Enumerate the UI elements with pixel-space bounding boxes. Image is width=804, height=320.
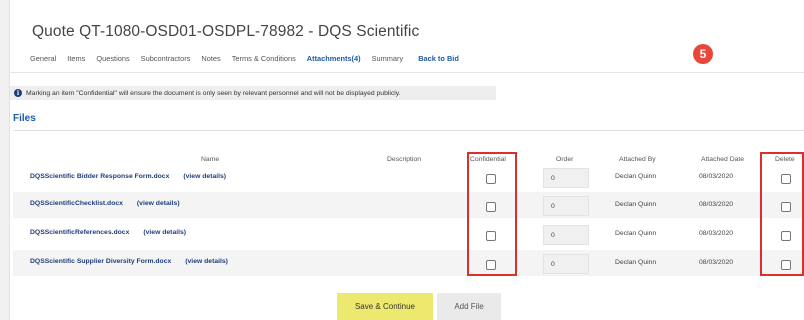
col-name-header: Name bbox=[201, 156, 220, 163]
tab-general[interactable]: General bbox=[30, 54, 56, 63]
tab-subcontractors[interactable]: Subcontractors bbox=[141, 54, 191, 63]
tab-bar: General Items Questions Subcontractors N… bbox=[30, 54, 470, 63]
attached-date: 08/03/2020 bbox=[699, 201, 734, 208]
delete-column-highlight bbox=[760, 152, 804, 276]
attached-by: Declan Quinn bbox=[615, 230, 657, 237]
tab-summary[interactable]: Summary bbox=[372, 54, 404, 63]
attached-date: 08/03/2020 bbox=[699, 230, 734, 237]
col-order-header: Order bbox=[556, 156, 574, 163]
files-heading: Files bbox=[13, 113, 36, 124]
attached-by: Declan Quinn bbox=[615, 173, 657, 180]
col-attached-date-header: Attached Date bbox=[701, 156, 745, 163]
attached-by: Declan Quinn bbox=[615, 201, 657, 208]
tab-terms-conditions[interactable]: Terms & Conditions bbox=[232, 54, 296, 63]
tab-questions[interactable]: Questions bbox=[96, 54, 129, 63]
tab-notes[interactable]: Notes bbox=[201, 54, 220, 63]
col-attached-by-header: Attached By bbox=[619, 156, 656, 163]
file-name-link[interactable]: DQSScientific Supplier Diversity Form.do… bbox=[30, 258, 171, 265]
left-frame-edge bbox=[0, 0, 10, 320]
view-details-link[interactable]: (view details) bbox=[183, 173, 226, 180]
file-name-link[interactable]: DQSScientificChecklist.docx bbox=[30, 200, 123, 207]
attached-date: 08/03/2020 bbox=[699, 259, 734, 266]
tab-items[interactable]: Items bbox=[67, 54, 85, 63]
files-divider bbox=[13, 130, 804, 131]
file-name-link[interactable]: DQSScientific Bidder Response Form.docx bbox=[30, 173, 169, 180]
step-number-badge: 5 bbox=[693, 44, 713, 64]
order-input[interactable]: 0 bbox=[543, 225, 589, 245]
view-details-link[interactable]: (view details) bbox=[185, 258, 228, 265]
view-details-link[interactable]: (view details) bbox=[137, 200, 180, 207]
table-row: DQSScientificChecklist.docx (view details… bbox=[13, 192, 804, 218]
order-input[interactable]: 0 bbox=[543, 196, 589, 216]
tab-attachments[interactable]: Attachments(4) bbox=[307, 54, 361, 63]
attached-date: 08/03/2020 bbox=[699, 173, 734, 180]
file-name-link[interactable]: DQSScientificReferences.docx bbox=[30, 229, 129, 236]
col-description-header: Description bbox=[387, 156, 421, 163]
order-input[interactable]: 0 bbox=[543, 254, 589, 274]
page-title: Quote QT-1080-OSD01-OSDPL-78982 - DQS Sc… bbox=[32, 23, 420, 40]
table-row: DQSScientific Bidder Response Form.docx (… bbox=[13, 164, 804, 190]
add-file-button[interactable]: Add File bbox=[437, 293, 501, 320]
view-details-link[interactable]: (view details) bbox=[143, 229, 186, 236]
table-row: DQSScientific Supplier Diversity Form.do… bbox=[13, 250, 804, 276]
back-to-bid-link[interactable]: Back to Bid bbox=[418, 54, 459, 63]
attached-by: Declan Quinn bbox=[615, 259, 657, 266]
confidential-notice: i Marking an item "Confidential" will en… bbox=[10, 86, 496, 100]
confidential-column-highlight bbox=[467, 152, 517, 276]
table-row: DQSScientificReferences.docx (view detail… bbox=[13, 221, 804, 247]
save-continue-button[interactable]: Save & Continue bbox=[337, 293, 433, 320]
info-icon: i bbox=[14, 89, 22, 97]
order-input[interactable]: 0 bbox=[543, 168, 589, 188]
tab-bar-divider bbox=[10, 72, 804, 73]
notice-text: Marking an item "Confidential" will ensu… bbox=[26, 89, 401, 97]
